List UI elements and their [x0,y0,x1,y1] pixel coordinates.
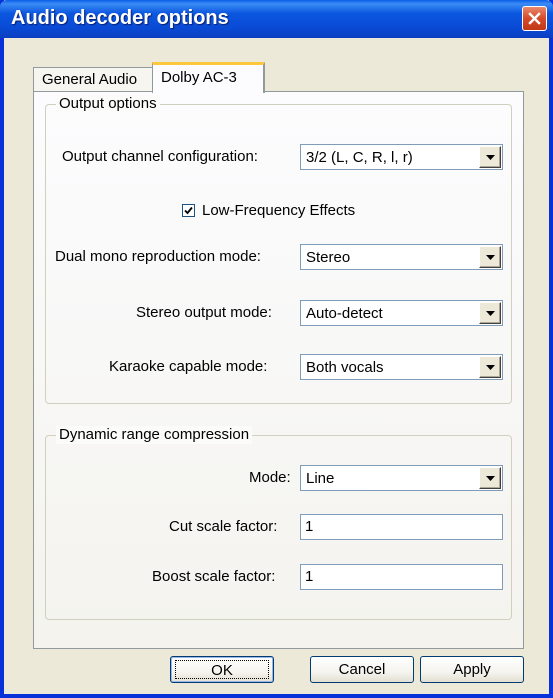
output-channel-config-dropdown[interactable]: 3/2 (L, C, R, l, r) [300,144,503,170]
dropdown-arrow-icon[interactable] [479,302,501,324]
cancel-button[interactable]: Cancel [310,656,414,683]
drc-mode-label: Mode: [249,469,291,486]
checkmark-icon [184,206,193,215]
window-title: Audio decoder options [11,7,229,29]
boost-scale-input[interactable]: 1 [300,564,503,590]
lfe-label: Low-Frequency Effects [202,202,356,219]
output-channel-config-label: Output channel configuration: [62,148,258,165]
karaoke-dropdown[interactable]: Both vocals [300,354,503,380]
output-options-title: Output options [56,95,160,113]
stereo-output-dropdown[interactable]: Auto-detect [300,300,503,326]
close-icon [528,12,541,25]
dual-mono-value: Stereo [306,248,351,266]
drc-title: Dynamic range compression [56,426,253,444]
boost-scale-label: Boost scale factor: [152,568,276,585]
dual-mono-label: Dual mono reproduction mode: [55,248,261,265]
output-channel-config-value: 3/2 (L, C, R, l, r) [306,148,413,166]
drc-mode-value: Line [306,469,335,487]
apply-button[interactable]: Apply [420,656,524,683]
ok-button-label: OK [175,660,269,679]
dropdown-arrow-icon[interactable] [479,467,501,489]
stereo-output-value: Auto-detect [306,304,383,322]
cut-scale-label: Cut scale factor: [169,518,278,535]
audio-decoder-dialog: Audio decoder options General Audio Dolb… [0,0,553,698]
cut-scale-input[interactable]: 1 [300,514,503,540]
dropdown-arrow-icon[interactable] [479,246,501,268]
lfe-checkbox-row[interactable]: Low-Frequency Effects [182,202,355,219]
stereo-output-label: Stereo output mode: [136,304,272,321]
ok-button[interactable]: OK [170,656,274,683]
dropdown-arrow-icon[interactable] [479,356,501,378]
title-bar[interactable]: Audio decoder options [0,0,553,38]
drc-mode-dropdown[interactable]: Line [300,465,503,491]
tab-general-audio[interactable]: General Audio [33,67,153,91]
tab-dolby-ac3[interactable]: Dolby AC-3 [152,62,265,93]
karaoke-value: Both vocals [306,358,384,376]
close-button[interactable] [522,6,547,31]
dual-mono-dropdown[interactable]: Stereo [300,244,503,270]
dropdown-arrow-icon[interactable] [479,146,501,168]
karaoke-label: Karaoke capable mode: [109,358,268,375]
lfe-checkbox[interactable] [182,204,195,217]
